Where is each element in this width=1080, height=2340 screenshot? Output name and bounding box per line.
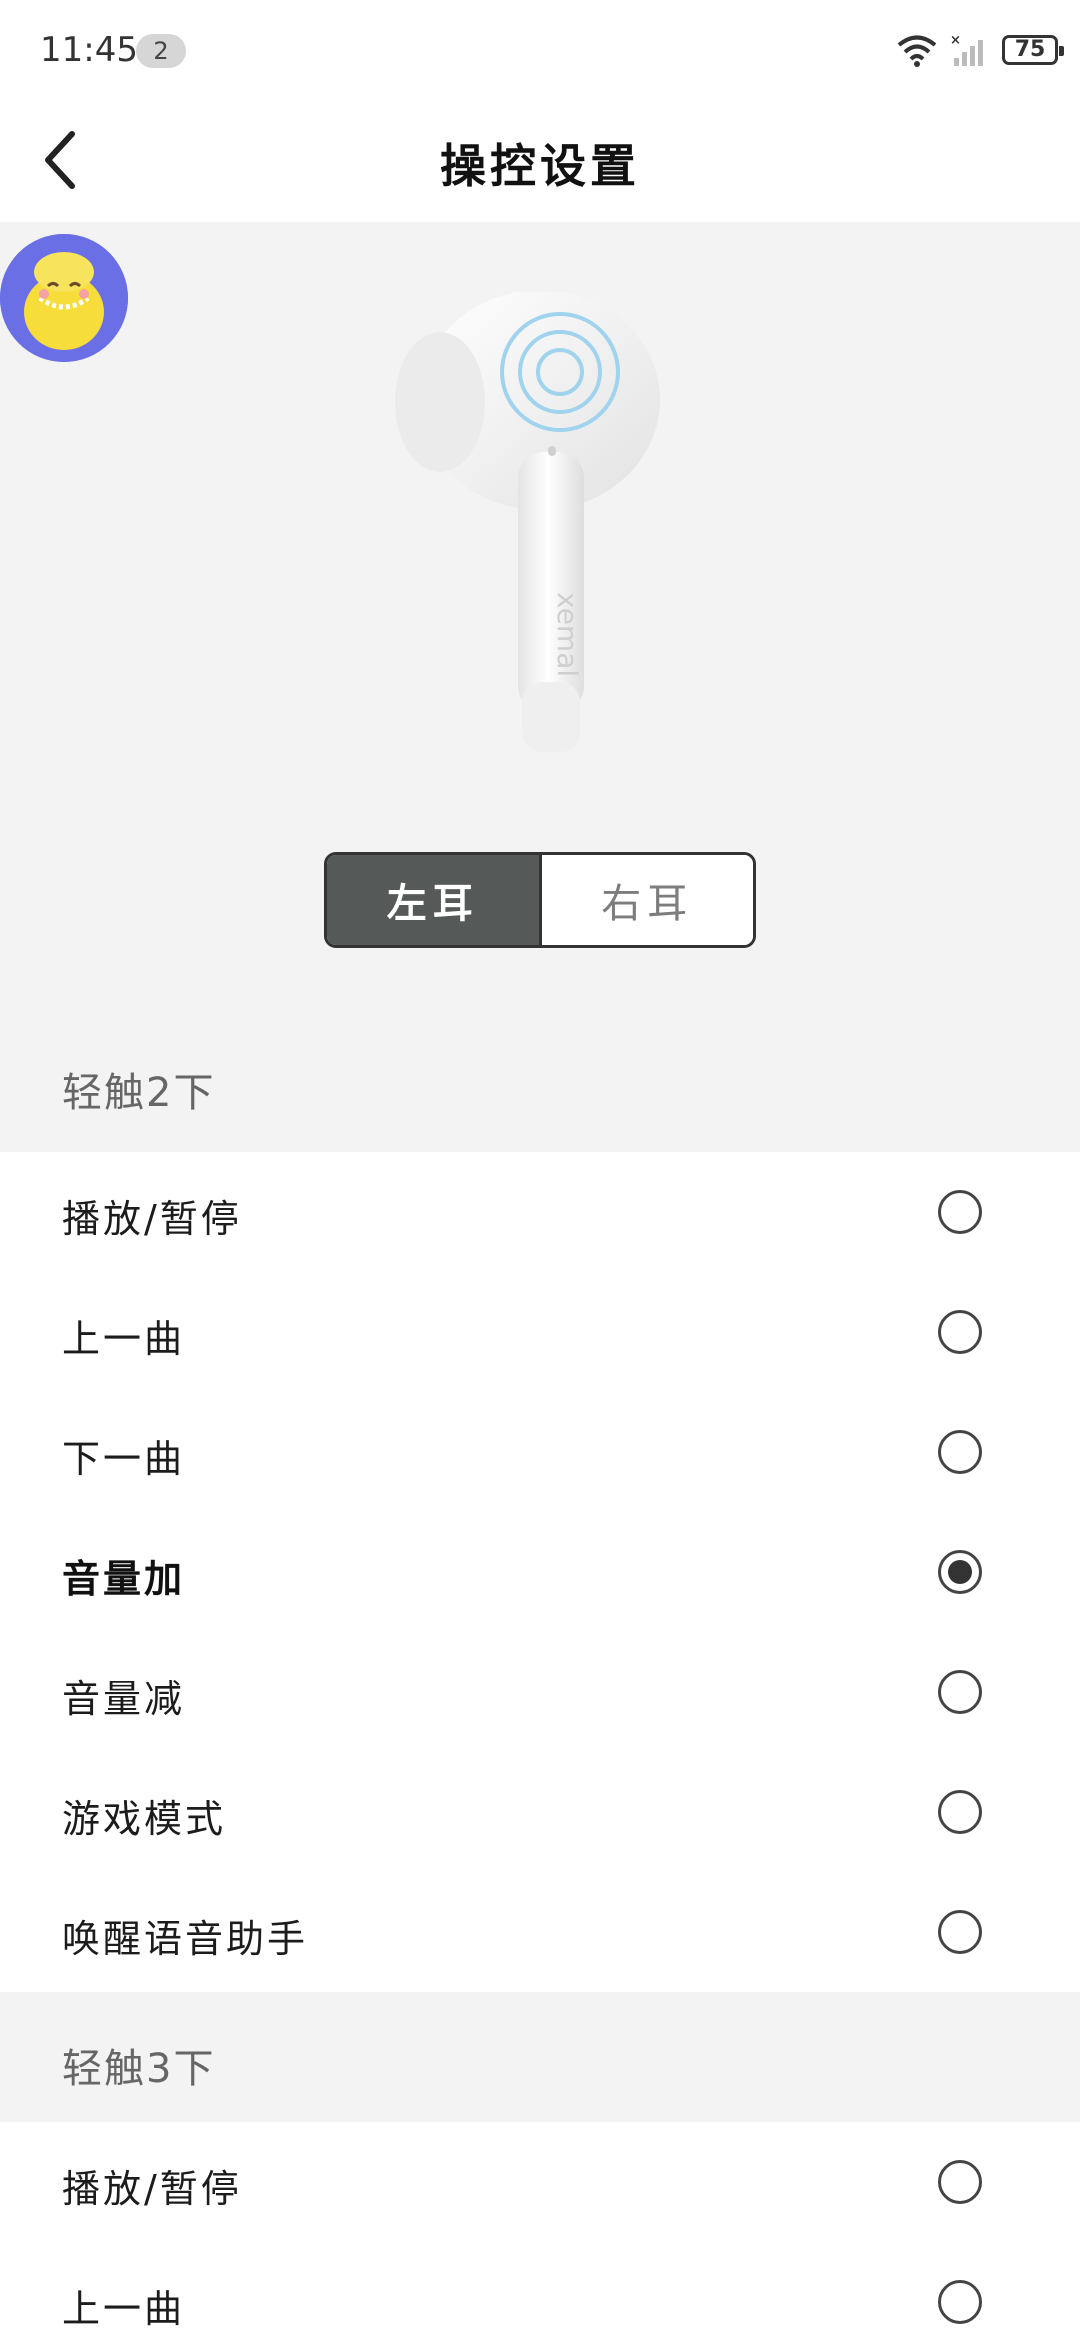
list-item[interactable]: 游戏模式 (0, 1752, 1080, 1872)
radio-button-checked[interactable] (938, 1550, 982, 1594)
option-label: 音量减 (62, 1677, 186, 1721)
status-time: 11:45 (40, 30, 138, 70)
list-item[interactable]: 音量减 (0, 1632, 1080, 1752)
left-ear-tab[interactable]: 左耳 (327, 855, 539, 945)
mascot-icon (0, 234, 128, 362)
option-label: 上一曲 (62, 1317, 186, 1361)
section-title-triple-tap: 轻触3下 (62, 2046, 216, 2092)
right-ear-tab[interactable]: 右耳 (541, 855, 753, 945)
option-label: 唤醒语音助手 (62, 1917, 309, 1961)
option-label: 下一曲 (62, 1437, 186, 1481)
radio-button[interactable] (938, 2280, 982, 2324)
list-item[interactable]: 音量加 (0, 1512, 1080, 1632)
radio-button[interactable] (938, 1790, 982, 1834)
list-item[interactable]: 上一曲 (0, 2242, 1080, 2340)
triple-tap-options: 播放/暂停 上一曲 (0, 2122, 1080, 2340)
avatar[interactable] (0, 234, 128, 362)
radio-button[interactable] (938, 1190, 982, 1234)
header: 操控设置 (0, 100, 1080, 222)
radio-button[interactable] (938, 1310, 982, 1354)
list-item[interactable]: 播放/暂停 (0, 1152, 1080, 1272)
ear-toggle: 左耳 右耳 (324, 852, 756, 948)
option-label: 游戏模式 (62, 1797, 227, 1841)
section-title-double-tap: 轻触2下 (62, 1070, 216, 1116)
radio-button[interactable] (938, 1430, 982, 1474)
battery-icon: 75 (1002, 35, 1064, 65)
list-item[interactable]: 唤醒语音助手 (0, 1872, 1080, 1992)
double-tap-options: 播放/暂停 上一曲 下一曲 音量加 音量减 游戏模式 唤醒语音助手 (0, 1152, 1080, 1992)
earbud-brand-text: xemal (551, 592, 584, 677)
earbud-hero: xemal 左耳 右耳 轻触2下 (0, 222, 1080, 1152)
earbud-image: xemal (395, 292, 660, 752)
radio-button[interactable] (938, 2160, 982, 2204)
status-icons: × 75 (896, 30, 1064, 70)
section-band: 轻触3下 (0, 1992, 1080, 2122)
page-title: 操控设置 (440, 139, 640, 193)
radio-button[interactable] (938, 1670, 982, 1714)
option-label: 上一曲 (62, 2287, 186, 2331)
notification-count-badge: 2 (136, 34, 186, 68)
list-item[interactable]: 下一曲 (0, 1392, 1080, 1512)
svg-text:×: × (950, 33, 961, 48)
option-label: 音量加 (62, 1557, 186, 1601)
option-label: 播放/暂停 (62, 2167, 242, 2211)
radio-button[interactable] (938, 1910, 982, 1954)
list-item[interactable]: 播放/暂停 (0, 2122, 1080, 2242)
battery-level: 75 (1014, 37, 1046, 62)
option-label: 播放/暂停 (62, 1197, 242, 1241)
wifi-icon (897, 35, 937, 67)
list-item[interactable]: 上一曲 (0, 1272, 1080, 1392)
signal-no-sim-icon: × (950, 33, 983, 66)
status-bar: 11:45 2 × 75 (0, 0, 1080, 100)
